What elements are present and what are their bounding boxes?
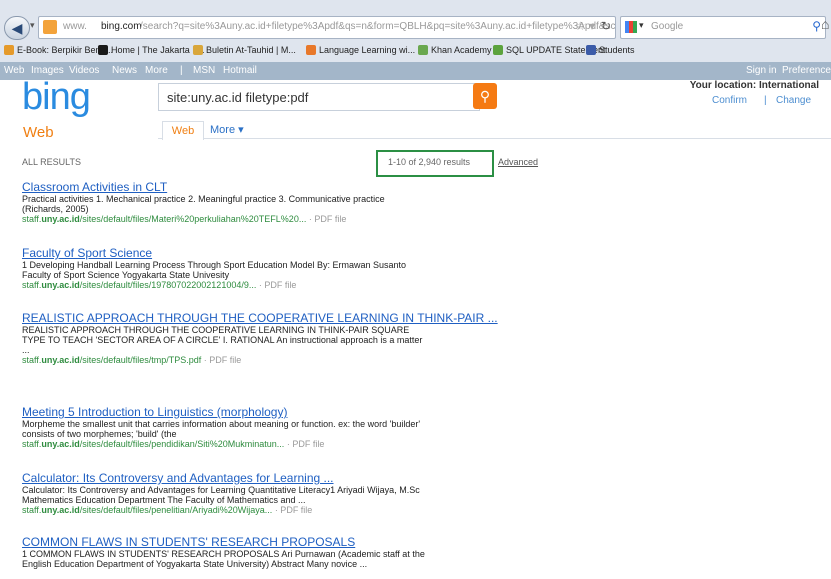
bookmark-favicon-icon: [4, 45, 14, 55]
address-row: ◀ ▾ www. bing.com /search?q=site%3Auny.a…: [0, 14, 831, 40]
bookmark-item[interactable]: Buletin At-Tauhid | M...: [193, 45, 296, 55]
location-separator: |: [764, 95, 767, 106]
bing-header: Web Images Videos News More | MSN Hotmail Sign i…: [0, 62, 831, 146]
result-snippet: consists of two morphemes; 'build' (the: [22, 429, 177, 439]
browser-chrome: ◀ ▾ www. bing.com /search?q=site%3Auny.a…: [0, 0, 831, 62]
nav-separator: |: [180, 65, 183, 76]
bookmark-item[interactable]: Khan Academy: [418, 45, 492, 55]
result-snippet: (Richards, 2005): [22, 204, 89, 214]
back-button[interactable]: ◀: [4, 16, 30, 40]
result-title-link[interactable]: Calculator: Its Controversy and Advantag…: [22, 471, 532, 485]
url-bar[interactable]: www. bing.com /search?q=site%3Auny.ac.id…: [38, 16, 616, 39]
bing-nav-strip: Web Images Videos News More | MSN Hotmail Sign i…: [0, 62, 831, 80]
bookmark-star-icon[interactable]: ☆ ▾: [575, 19, 595, 33]
section-label: Web: [23, 124, 54, 141]
home-icon[interactable]: ⌂: [821, 16, 831, 32]
url-host: bing.com: [101, 21, 142, 32]
search-result: Meeting 5 Introduction to Linguistics (m…: [22, 405, 532, 450]
url-path: /search?q=site%3Auny.ac.id+filetype%3Apd…: [140, 21, 616, 32]
result-url: staff.uny.ac.id/sites/default/files/Mate…: [22, 214, 347, 224]
result-url: staff.uny.ac.id/sites/default/files/pene…: [22, 505, 313, 515]
search-result: Calculator: Its Controversy and Advantag…: [22, 471, 532, 516]
site-icon: [43, 20, 57, 34]
result-title-link[interactable]: Faculty of Sport Science: [22, 246, 532, 260]
location-label: Your location: International: [689, 80, 819, 91]
result-title-link[interactable]: REALISTIC APPROACH THROUGH THE COOPERATI…: [22, 311, 532, 325]
result-snippet: 1 Developing Handball Learning Process T…: [22, 260, 407, 270]
search-result: COMMON FLAWS IN STUDENTS' RESEARCH PROPO…: [22, 535, 532, 569]
bookmarks-bar: E-Book: Berpikir Bena... Home | The Jakar…: [0, 42, 831, 60]
history-dropdown-icon[interactable]: ▾: [30, 20, 38, 32]
result-snippet: Calculator: Its Controversy and Advantag…: [22, 485, 420, 495]
search-button[interactable]: ⚲: [473, 83, 497, 109]
result-title-link[interactable]: Classroom Activities in CLT: [22, 180, 532, 194]
url-prefix: www.: [63, 21, 87, 32]
result-snippet: TYPE TO TEACH 'SECTOR AREA OF A CIRCLE' …: [22, 335, 423, 345]
bookmark-label: Home | The Jakarta P...: [111, 45, 205, 55]
result-snippet: 1 COMMON FLAWS IN STUDENTS' RESEARCH PRO…: [22, 549, 425, 559]
search-icon[interactable]: ⚲: [812, 19, 821, 33]
search-result: Classroom Activities in CLT Practical act…: [22, 180, 532, 225]
nav-link-news[interactable]: News: [112, 65, 137, 76]
bookmark-item[interactable]: Home | The Jakarta P...: [98, 45, 205, 55]
result-snippet: Faculty of Sport Science Yogyakarta Stat…: [22, 270, 230, 280]
search-input[interactable]: site:uny.ac.id filetype:pdf: [158, 83, 480, 111]
bookmark-favicon-icon: [493, 45, 503, 55]
confirm-link[interactable]: Confirm: [712, 95, 747, 106]
search-result: Faculty of Sport Science 1 Developing Han…: [22, 246, 532, 291]
result-url: staff.uny.ac.id/sites/default/files/pend…: [22, 439, 325, 449]
preferences-link[interactable]: Preferences: [782, 65, 831, 76]
bookmark-item[interactable]: E-Book: Berpikir Bena...: [4, 45, 113, 55]
result-url: staff.uny.ac.id/sites/default/files/tmp/…: [22, 355, 242, 365]
bookmark-item[interactable]: Language Learning wi...: [306, 45, 415, 55]
nav-link-msn[interactable]: MSN: [193, 65, 215, 76]
nav-link-web[interactable]: Web: [4, 65, 24, 76]
result-snippet: English Education Department of Yogyakar…: [22, 559, 368, 569]
tabs-divider: [158, 138, 831, 139]
all-results-label: ALL RESULTS: [22, 157, 82, 167]
nav-link-more[interactable]: More: [145, 65, 168, 76]
browser-search-box[interactable]: ▾ Google ⚲: [620, 16, 826, 39]
advanced-link[interactable]: Advanced: [498, 157, 538, 167]
result-snippet: Practical activities 1. Mechanical pract…: [22, 194, 385, 204]
nav-link-images[interactable]: Images: [31, 65, 64, 76]
bookmark-favicon-icon: [98, 45, 108, 55]
bookmark-label: Students: [599, 45, 635, 55]
search-result: REALISTIC APPROACH THROUGH THE COOPERATI…: [22, 311, 532, 366]
result-title-link[interactable]: COMMON FLAWS IN STUDENTS' RESEARCH PROPO…: [22, 535, 532, 549]
nav-link-hotmail[interactable]: Hotmail: [223, 65, 257, 76]
google-icon: [625, 21, 637, 33]
result-count: 1-10 of 2,940 results: [388, 157, 471, 167]
tab-web[interactable]: Web: [162, 121, 204, 140]
sign-in-link[interactable]: Sign in: [746, 65, 777, 76]
bookmark-favicon-icon: [193, 45, 203, 55]
result-url: staff.uny.ac.id/sites/default/files/1978…: [22, 280, 297, 290]
bookmark-label: Buletin At-Tauhid | M...: [206, 45, 296, 55]
bookmark-label: Khan Academy: [431, 45, 492, 55]
reload-icon[interactable]: ↻: [601, 19, 611, 33]
chevron-down-icon[interactable]: ▾: [639, 20, 644, 31]
bookmark-label: Language Learning wi...: [319, 45, 416, 55]
result-snippet: ...: [22, 345, 30, 355]
result-snippet: Mathematics Education Department The Fac…: [22, 495, 306, 505]
bookmark-item[interactable]: Students: [586, 45, 635, 55]
bookmark-favicon-icon: [306, 45, 316, 55]
bookmark-favicon-icon: [418, 45, 428, 55]
result-snippet: Morpheme the smallest unit that carries …: [22, 419, 421, 429]
change-link[interactable]: Change: [776, 95, 811, 106]
result-title-link[interactable]: Meeting 5 Introduction to Linguistics (m…: [22, 405, 532, 419]
tab-more[interactable]: More ▾: [210, 123, 244, 136]
browser-search-placeholder: Google: [651, 21, 684, 32]
search-query: site:uny.ac.id filetype:pdf: [167, 90, 309, 105]
result-snippet: REALISTIC APPROACH THROUGH THE COOPERATI…: [22, 325, 410, 335]
bookmark-favicon-icon: [586, 45, 596, 55]
nav-link-videos[interactable]: Videos: [69, 65, 99, 76]
bing-logo[interactable]: bing: [22, 76, 91, 119]
